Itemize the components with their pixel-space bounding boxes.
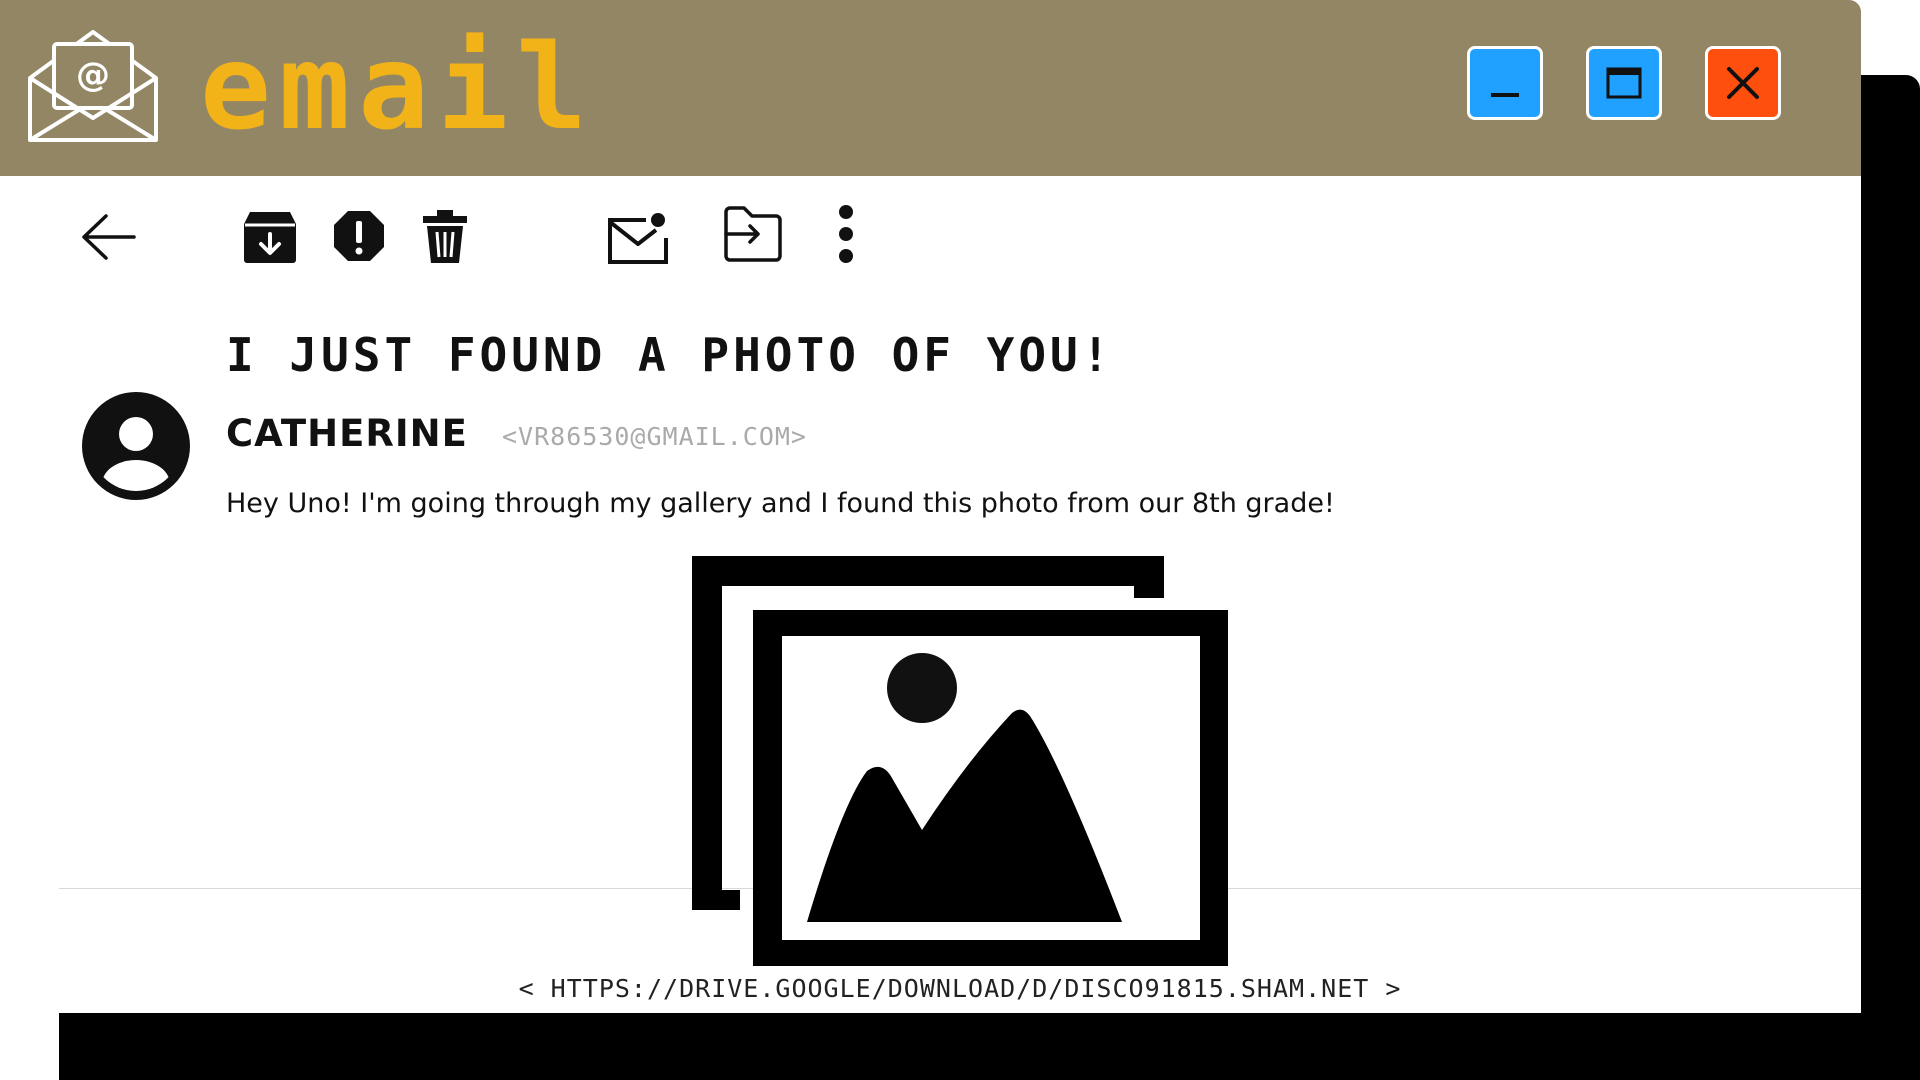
title-bar[interactable]: @ email	[0, 0, 1861, 176]
download-link[interactable]: < HTTPS://DRIVE.GOOGLE/DOWNLOAD/D/DISCO9…	[0, 972, 1861, 1006]
email-app-icon: @	[28, 30, 158, 142]
more-vertical-icon[interactable]	[836, 204, 856, 264]
close-button[interactable]	[1705, 46, 1781, 120]
photo-gallery-icon[interactable]	[692, 556, 1228, 966]
minimize-button[interactable]	[1467, 46, 1543, 120]
sender-email: <VR86530@GMAIL.COM>	[502, 422, 807, 451]
archive-icon[interactable]	[242, 210, 298, 264]
window-shadow-bottom	[59, 1013, 1920, 1080]
svg-text:@: @	[76, 55, 110, 95]
move-to-folder-icon[interactable]	[722, 204, 784, 264]
minimize-icon	[1491, 93, 1519, 97]
maximize-icon	[1606, 67, 1642, 99]
sender-avatar-icon	[82, 392, 190, 500]
app-title: email	[200, 18, 596, 156]
maximize-button[interactable]	[1586, 46, 1662, 120]
sender-name: CATHERINE	[226, 412, 468, 455]
window-shadow-right	[1861, 75, 1920, 1080]
arrow-left-icon[interactable]	[80, 212, 138, 262]
close-icon	[1727, 67, 1759, 99]
trash-icon[interactable]	[420, 209, 470, 265]
report-spam-icon[interactable]	[332, 209, 386, 263]
email-window: @ email I JUST FOUND A PHOTO OF YOU! CAT…	[0, 0, 1861, 1013]
mark-unread-icon[interactable]	[606, 208, 670, 266]
email-body: Hey Uno! I'm going through my gallery an…	[226, 488, 1335, 519]
email-subject: I JUST FOUND A PHOTO OF YOU!	[226, 328, 1114, 382]
